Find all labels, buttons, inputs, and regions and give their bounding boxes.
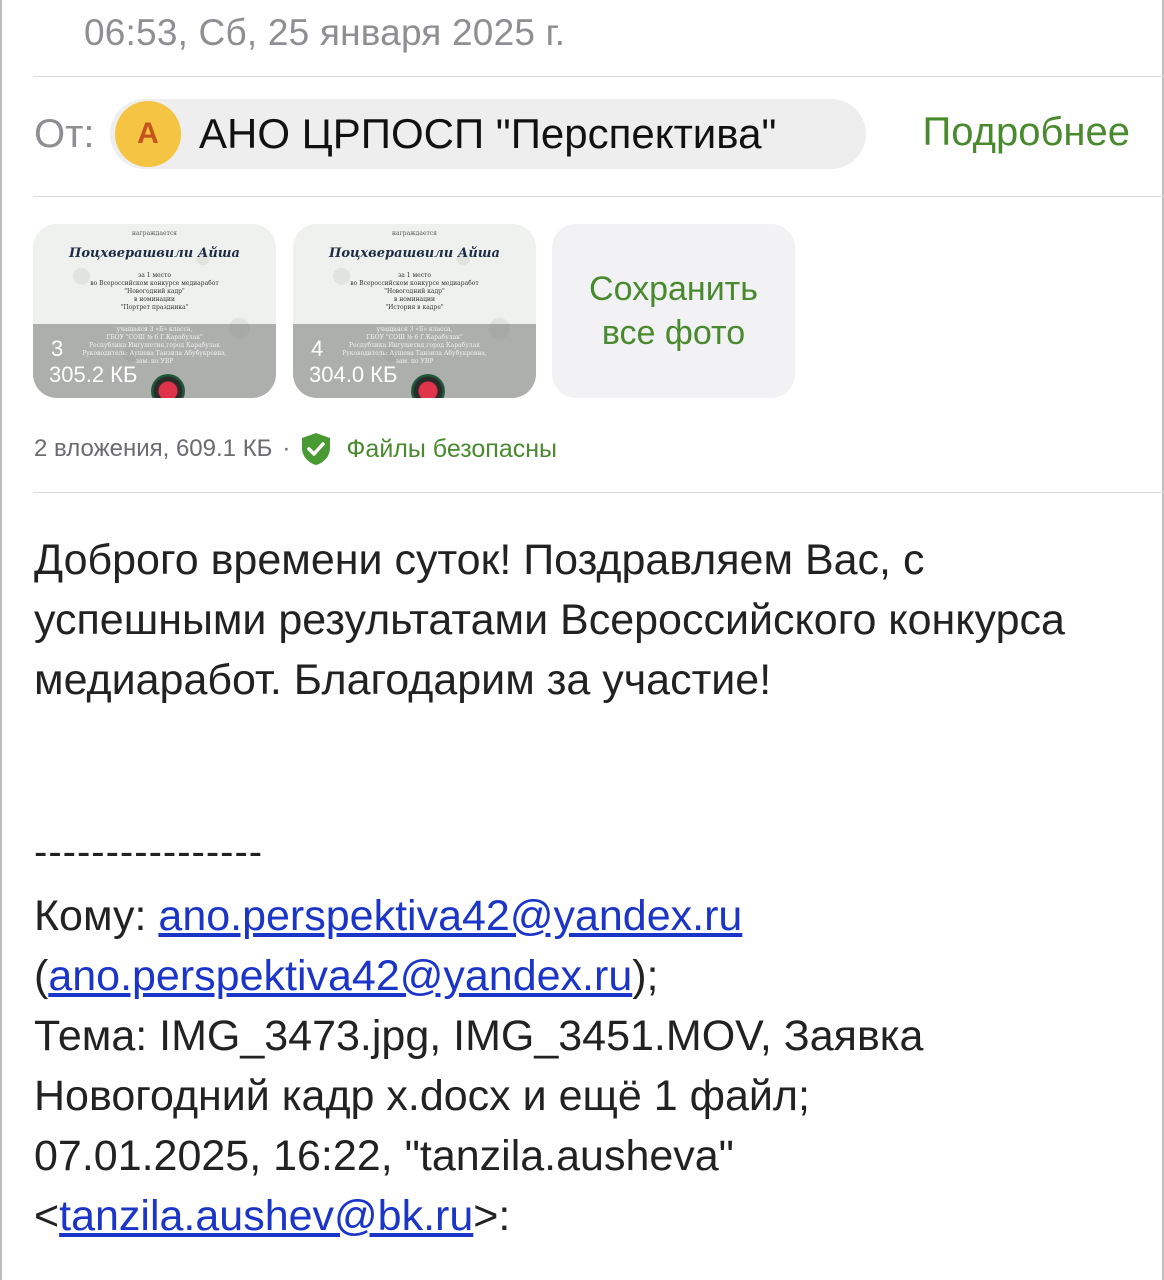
certificate-text: за 1 место во Всероссийском конкурсе мед… [90,272,219,311]
certificate-name: Поцхверашвили Айша [69,246,240,261]
to-email-link[interactable]: ano.perspektiva42@yandex.ru [158,892,742,940]
certificate-name: Поцхверашвили Айша [329,246,500,261]
subject-line: Тема: IMG_3473.jpg, IMG_3451.MOV, Заявка… [34,1012,924,1120]
files-safe-label[interactable]: Файлы безопасны [346,435,557,464]
certificate-text: за 1 место во Всероссийском конкурсе мед… [350,272,479,311]
shield-check-icon [302,433,331,465]
divider [33,76,1164,77]
save-all-label-line1: Сохранить [589,270,758,308]
attachments-count-size: 2 вложения, 609.1 КБ [34,435,273,462]
attachment-size: 305.2 КБ [49,362,138,387]
message-body: Доброго времени суток! Поздравляем Вас, … [34,536,1065,704]
to-line: Кому: ano.perspektiva42@yandex.ru [34,892,743,940]
email-view: 06:53, Сб, 25 января 2025 г. От: А АНО Ц… [0,0,1164,1280]
from-label: От: [34,112,95,156]
email-datetime: 06:53, Сб, 25 января 2025 г. [84,12,566,53]
sender-email-link[interactable]: tanzila.aushev@bk.ru [59,1192,473,1240]
divider [33,492,1164,493]
attachment-size: 304.0 КБ [309,362,398,387]
save-all-photos-button[interactable]: Сохранить все фото [552,224,795,398]
attachment-index: 4 [311,336,324,361]
certificate-caption: награждается [132,230,177,237]
to-line-paren: (ano.perspektiva42@yandex.ru); [34,952,659,1000]
left-edge [0,0,2,1280]
divider [33,196,1164,197]
quote-separator: ---------------- [34,830,264,874]
certificate-caption: награждается [392,230,437,237]
separator-dot: · [282,435,291,462]
forwarded-headers: Кому: ano.perspektiva42@yandex.ru (ano.p… [34,886,1134,1246]
certificate-details: учащаяся 3 «Б» класса, ГБОУ "СОШ № 6 Г.К… [82,326,227,365]
attachment-index: 3 [51,336,64,361]
attachment-thumbnail[interactable]: награждается Поцхверашвили Айша за 1 мес… [33,224,276,398]
details-link[interactable]: Подробнее [923,110,1130,155]
attachment-thumbnail[interactable]: награждается Поцхверашвили Айша за 1 мес… [293,224,536,398]
sent-line: 07.01.2025, 16:22, "tanzila.ausheva" [34,1132,734,1180]
certificate-details: учащаяся 3 «Б» класса, ГБОУ "СОШ № 6 Г.К… [342,326,487,365]
to-email-link-2[interactable]: ano.perspektiva42@yandex.ru [48,952,632,1000]
sender-email-line: <tanzila.aushev@bk.ru>: [34,1192,511,1240]
attachments-summary: 2 вложения, 609.1 КБ · Файлы безопасны [34,432,557,466]
sender-chip[interactable]: А АНО ЦРПОСП "Перспектива" [110,99,866,169]
sender-name: АНО ЦРПОСП "Перспектива" [199,110,777,157]
save-all-label-line2: все фото [601,314,746,352]
sender-avatar: А [115,101,181,167]
